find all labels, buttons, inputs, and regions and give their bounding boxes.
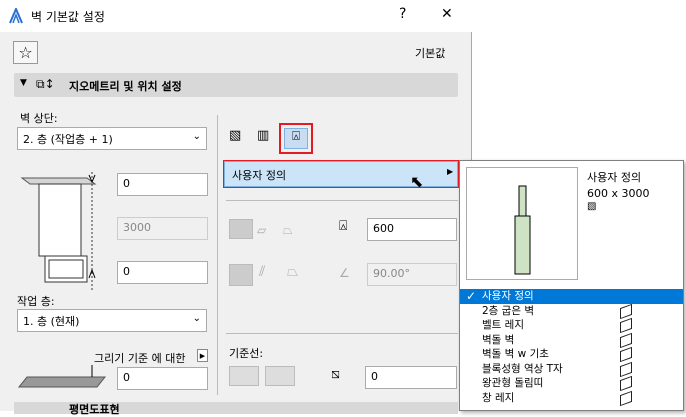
chevron-down-icon: ⌄ <box>192 313 201 324</box>
home-story-label: 작업 층: <box>17 295 55 308</box>
home-story-value: 1. 층 (현재) <box>23 315 80 328</box>
profile-thumb-icon <box>620 317 632 334</box>
section-title: 평면도표현 <box>69 403 120 416</box>
profile-wall-button[interactable]: ⍓ <box>279 123 313 154</box>
list-item-label: 2층 굽은 벽 <box>482 304 534 317</box>
preview-size: 600 x 3000 <box>587 187 650 200</box>
profile-selector-label: 사용자 정의 <box>232 169 287 182</box>
angle-icon: ∠ <box>339 266 350 280</box>
list-item[interactable]: 벽돌 벽 w 기초 <box>460 346 683 363</box>
reference-offset-field[interactable]: 0 <box>117 367 208 390</box>
collapse-triangle-icon: ▼ <box>20 78 27 88</box>
list-item-label: 벽돌 벽 <box>482 333 515 346</box>
list-item[interactable]: 2층 굽은 벽 <box>460 303 683 319</box>
divider <box>226 333 458 334</box>
slant-right-icon: ⏢ <box>283 223 293 237</box>
profile-preview <box>466 167 578 280</box>
window-title: 벽 기본값 설정 <box>31 10 105 24</box>
angle-field: 90.00° <box>367 263 457 286</box>
list-item[interactable]: 벽돌 벽 <box>460 332 683 348</box>
home-story-dropdown[interactable]: 1. 층 (현재) ⌄ <box>17 309 207 332</box>
submenu-arrow-icon: ▶ <box>447 167 454 176</box>
divider <box>226 200 458 201</box>
wall-settings-dialog: 벽 기본값 설정 ? ✕ ☆ 기본값 ▼ ⧉↕ 지오메트리 및 위치 설정 벽 … <box>0 0 472 416</box>
top-offset-field[interactable]: 0 <box>117 173 208 196</box>
list-item[interactable]: 창 레지 <box>460 390 683 406</box>
mouse-cursor-icon: ⬉ <box>410 172 424 191</box>
double-slant-wall-icon: ⏢ <box>287 264 299 280</box>
profile-wall-icon: ⍓ <box>284 128 308 149</box>
profile-list: ✓ 사용자 정의 2층 굽은 벽 벨트 레지 벽돌 벽 벽돌 벽 w 기초 블록… <box>460 289 683 406</box>
list-item[interactable]: ✓ 사용자 정의 <box>460 289 683 304</box>
profile-thumb-icon <box>620 390 632 406</box>
check-icon: ✓ <box>466 289 477 303</box>
list-item[interactable]: 왕관형 돌림띠 <box>460 375 683 392</box>
wall-top-dropdown[interactable]: 2. 층 (작업층 + 1) ⌄ <box>17 127 207 150</box>
profile-thumb-icon <box>620 346 632 363</box>
preview-name: 사용자 정의 <box>587 171 642 184</box>
list-item[interactable]: 블록성형 역상 T자 <box>460 361 683 377</box>
list-item-label: 창 레지 <box>482 391 515 404</box>
list-item-label: 사용자 정의 <box>482 290 534 302</box>
vertical-wall-icon <box>229 264 253 286</box>
bottom-offset-field[interactable]: 0 <box>117 261 208 284</box>
slanted-wall-icon <box>229 219 253 239</box>
profile-thumb-icon <box>620 332 632 348</box>
profile-small-icon: ▧ <box>587 201 597 212</box>
list-item-label: 벨트 레지 <box>482 319 524 331</box>
help-button[interactable]: ? <box>399 6 406 22</box>
title-bar: 벽 기본값 설정 ? ✕ <box>0 0 472 32</box>
close-button[interactable]: ✕ <box>441 6 453 22</box>
list-item-label: 블록성형 역상 T자 <box>482 362 563 375</box>
profile-thumb-icon <box>620 361 632 377</box>
play-arrow-icon[interactable]: ▶ <box>197 349 208 362</box>
wall-top-label: 벽 상단: <box>20 112 58 125</box>
list-item-label: 벽돌 벽 w 기초 <box>482 348 549 360</box>
profile-thumb-icon <box>620 375 632 392</box>
archicad-logo-icon <box>9 8 23 24</box>
slant-left-icon: ⏥ <box>257 223 267 237</box>
trapezoid-wall-icon[interactable]: ▥ <box>257 128 275 148</box>
divider <box>217 115 218 395</box>
section-title: 지오메트리 및 위치 설정 <box>69 80 182 93</box>
floor-plan-section-header[interactable]: 평면도표현 <box>14 402 458 416</box>
floor-plan-hatch-icon <box>17 365 107 388</box>
geometry-section-header[interactable]: ▼ ⧉↕ 지오메트리 및 위치 설정 <box>14 73 458 97</box>
straight-wall-icon[interactable]: ▧ <box>229 128 247 148</box>
geometry-icon: ⧉↕ <box>36 77 55 91</box>
reference-line-label: 기준선: <box>229 347 264 360</box>
refline-inside-icon <box>265 366 295 386</box>
wall-height-diagram <box>20 172 97 290</box>
refline-offset-field[interactable]: 0 <box>365 366 457 389</box>
list-item-label: 왕관형 돌림띠 <box>482 377 544 389</box>
refline-outside-icon <box>229 366 259 386</box>
list-item[interactable]: 벨트 레지 <box>460 317 683 334</box>
profile-selector[interactable]: 사용자 정의 ▶ ⬉ <box>224 161 458 191</box>
favorites-star-button[interactable]: ☆ <box>13 41 38 64</box>
thickness-field[interactable]: 600 <box>367 218 457 241</box>
wall-height-field: 3000 <box>117 217 208 240</box>
refline-offset-icon: ⧅ <box>331 366 340 382</box>
wall-top-value: 2. 층 (작업층 + 1) <box>23 133 113 146</box>
profile-popup: 사용자 정의 600 x 3000 ▧ ✓ 사용자 정의 2층 굽은 벽 벨트 … <box>459 160 684 411</box>
thickness-icon: ⍓ <box>339 218 348 234</box>
profile-thumb-icon <box>620 303 632 319</box>
default-label: 기본값 <box>415 47 446 60</box>
chevron-down-icon: ⌄ <box>192 131 201 142</box>
inclined-wall-icon: ⫽ <box>259 264 266 280</box>
profile-shape-icon <box>514 185 531 275</box>
